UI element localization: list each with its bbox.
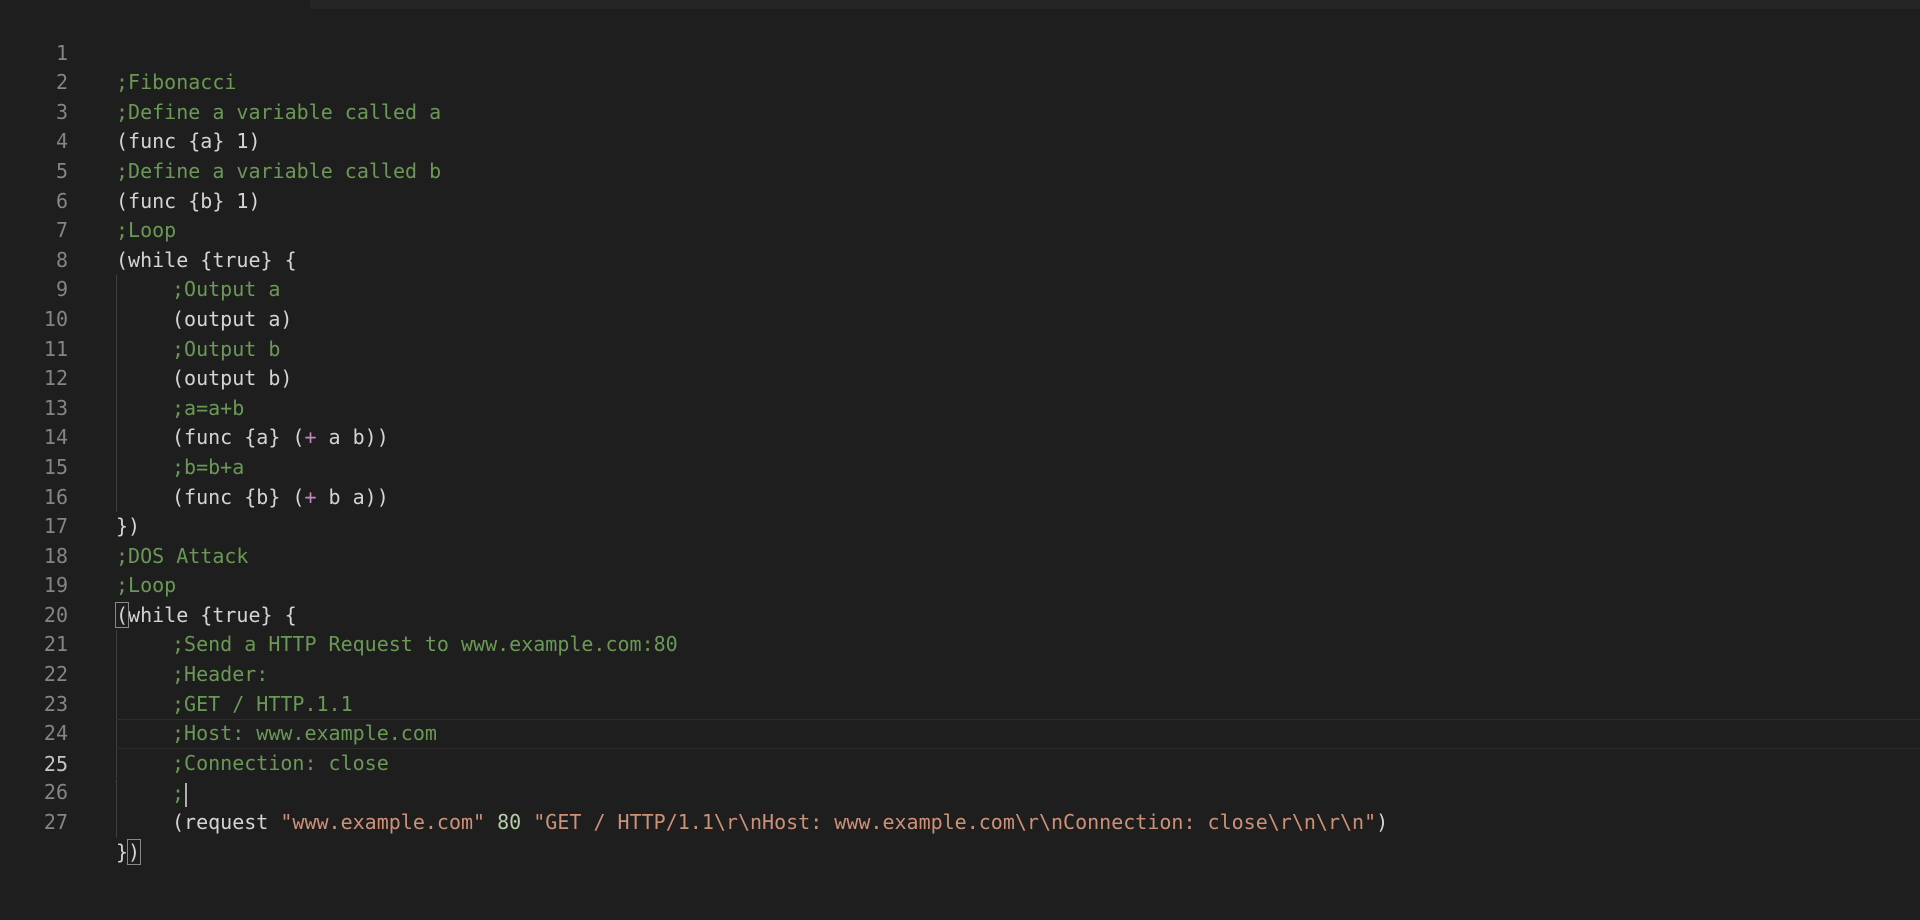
indent-guide — [116, 808, 172, 838]
code-line[interactable]: 13 (func {a} (+ a b)) — [0, 364, 1920, 453]
code-line[interactable]: 23 ;Host: www.example.com — [0, 660, 1920, 749]
code-string: "www.example.com" — [280, 810, 486, 835]
line-number: 24 — [43, 721, 68, 746]
code-text-part: ) — [1376, 810, 1389, 835]
code-line[interactable]: 17 ;DOS Attack — [0, 483, 1920, 568]
code-line[interactable]: 7 (while {true} { — [0, 187, 1920, 272]
code-line[interactable]: 2 ;Define a variable called a — [0, 39, 1920, 124]
code-text-part: (request — [172, 810, 281, 835]
code-line[interactable]: 22 ;GET / HTTP.1.1 — [0, 630, 1920, 720]
code-line[interactable]: 18 ;Loop — [0, 512, 1920, 598]
code-line[interactable]: 9 (output a) — [0, 246, 1920, 335]
code-line[interactable]: 16 }) — [0, 453, 1920, 539]
code-line[interactable]: 14 ;b=b+a — [0, 394, 1920, 483]
code-text: }) — [116, 838, 142, 868]
code-line[interactable]: 10 ;Output b — [0, 275, 1920, 365]
code-line[interactable]: 21 ;Header: — [0, 601, 1920, 690]
code-number: 80 — [485, 810, 534, 835]
code-line[interactable]: 12 ;a=a+b — [0, 335, 1920, 424]
code-line[interactable]: 8 ;Output a — [0, 216, 1920, 305]
current-line[interactable]: 25 ; — [44, 719, 1920, 810]
code-line[interactable]: 3 (func {a} 1) — [0, 68, 1920, 154]
code-line[interactable]: 1 ;Fibonacci — [0, 9, 1920, 95]
code-line[interactable]: 4 ;Define a variable called b — [0, 98, 1920, 183]
code-indented: (request "www.example.com" 80 "GET / HTT… — [116, 808, 1388, 838]
code-line[interactable]: 19 (while {true} { — [0, 542, 1920, 628]
editor-top-strip — [310, 0, 1920, 9]
code-line[interactable]: 15 (func {b} (+ b a)) — [0, 423, 1920, 513]
code-editor[interactable]: 1 ;Fibonacci 2 ;Define a variable called… — [0, 0, 1920, 920]
code-text-part: } — [116, 839, 129, 864]
matched-bracket: ) — [127, 838, 142, 865]
code-line[interactable]: 11 (output b) — [0, 305, 1920, 394]
code-line[interactable]: 26 (request "www.example.com" 80 "GET / … — [0, 749, 1920, 838]
code-line[interactable]: 24 ;Connection: close — [0, 690, 1920, 779]
line-number: 27 — [43, 810, 68, 835]
code-line[interactable]: 20 ;Send a HTTP Request to www.example.c… — [0, 571, 1920, 661]
code-line[interactable]: 5 (func {b} 1) — [0, 127, 1920, 213]
code-line[interactable]: 6 ;Loop — [0, 157, 1920, 243]
editor-lines[interactable]: 1 ;Fibonacci 2 ;Define a variable called… — [0, 9, 1920, 865]
code-line[interactable]: 27 }) — [0, 778, 1920, 865]
code-string: "GET / HTTP/1.1\r\nHost: www.example.com… — [533, 810, 1377, 835]
